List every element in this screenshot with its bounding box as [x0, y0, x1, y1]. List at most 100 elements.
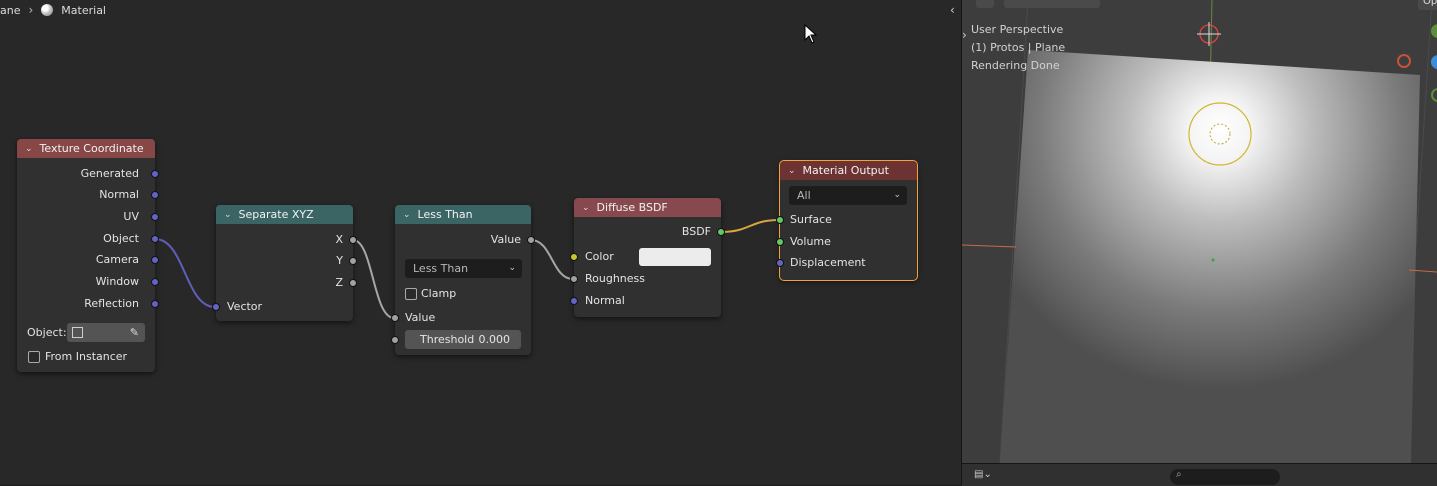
chevron-down-icon: ⌄ [508, 263, 516, 273]
link-value-roughness [530, 239, 574, 280]
chevron-down-icon[interactable]: ⌄ [403, 210, 411, 220]
chevron-down-icon[interactable]: ⌄ [224, 210, 232, 220]
node-title: Texture Coordinate [39, 142, 144, 155]
node-title: Material Output [802, 164, 889, 177]
search-icon: ⌕ [1176, 469, 1182, 480]
object-info: (1) Protos | Plane [971, 41, 1066, 54]
clamp-checkbox[interactable] [405, 288, 417, 300]
socket-value-out[interactable] [527, 236, 535, 244]
render-status: Rendering Done [971, 59, 1060, 72]
target-dropdown[interactable]: All ⌄ [789, 186, 907, 205]
view-name: User Perspective [971, 23, 1064, 36]
from-instancer-label: From Instancer [45, 350, 128, 363]
shader-editor[interactable]: ane › Material ⌄ Texture Coordinate Gene… [0, 0, 961, 485]
output-label: Reflection [84, 297, 139, 310]
threshold-label: Threshold [420, 333, 475, 346]
object-icon [72, 327, 83, 338]
search-input[interactable]: ⌕ [1170, 469, 1280, 485]
select-mode-buttons[interactable] [1004, 0, 1100, 8]
eyedropper-icon[interactable]: ✎ [130, 323, 139, 342]
output-label: Window [95, 275, 139, 288]
output-label: Camera [95, 253, 139, 266]
node-texture-coordinate[interactable]: ⌄ Texture Coordinate Generated Normal UV… [17, 139, 159, 372]
target-value: All [797, 189, 811, 202]
socket-surface-in[interactable] [776, 216, 784, 224]
node-header[interactable]: ⌄ Texture Coordinate [17, 139, 155, 158]
node-header[interactable]: ⌄ Less Than [395, 205, 531, 224]
operation-value: Less Than [413, 262, 469, 275]
socket-normal-in[interactable] [570, 297, 578, 305]
link-object-vector [154, 238, 216, 308]
object-label: Object: [27, 326, 67, 339]
output-label: X [335, 233, 343, 246]
node-header[interactable]: ⌄ Separate XYZ [216, 205, 353, 224]
editor-type-icon[interactable]: ▤⌄ [974, 469, 996, 483]
color-swatch[interactable] [639, 248, 711, 266]
output-label: Normal [99, 188, 139, 201]
socket-x[interactable] [349, 236, 357, 244]
chevron-down-icon[interactable]: ⌄ [582, 203, 590, 213]
chevron-down-icon: ⌄ [893, 190, 901, 200]
output-label: Object [103, 232, 139, 245]
node-diffuse-bsdf[interactable]: ⌄ Diffuse BSDF BSDF Color Roughness Norm… [570, 198, 725, 317]
socket-color-in[interactable] [570, 253, 578, 261]
clamp-label: Clamp [421, 287, 457, 300]
socket-value-in[interactable] [391, 314, 399, 322]
socket-y[interactable] [349, 257, 357, 265]
socket-bsdf-out[interactable] [717, 228, 725, 236]
threshold-value: 0.000 [478, 333, 511, 346]
output-label: Z [335, 276, 343, 289]
chevron-down-icon[interactable]: ⌄ [788, 166, 796, 176]
gizmo-x-axis[interactable] [1397, 54, 1411, 68]
link-x-value [352, 239, 395, 319]
input-label: Normal [585, 294, 625, 307]
input-label: Displacement [790, 256, 866, 269]
input-label: Color [585, 250, 614, 263]
node-material-output[interactable]: ⌄ Material Output All ⌄ Surface Volume D… [776, 160, 918, 281]
output-label: UV [123, 210, 139, 223]
output-label: Y [336, 254, 343, 267]
node-title: Separate XYZ [238, 208, 314, 221]
node-title: Less Than [417, 208, 473, 221]
socket-volume-in[interactable] [776, 238, 784, 246]
socket-window[interactable] [151, 278, 159, 286]
toolbar-toggle-icon[interactable]: › [962, 28, 967, 42]
chevron-down-icon[interactable]: ⌄ [25, 144, 33, 154]
socket-uv[interactable] [151, 213, 159, 221]
node-title: Diffuse BSDF [596, 201, 668, 214]
threshold-field[interactable]: Threshold 0.000 [405, 330, 521, 349]
input-label: Roughness [585, 272, 646, 285]
socket-normal[interactable] [151, 191, 159, 199]
socket-threshold-in[interactable] [391, 336, 399, 344]
node-header[interactable]: ⌄ Material Output [780, 161, 917, 180]
output-label: Value [490, 233, 521, 246]
input-label: Volume [790, 235, 831, 248]
node-header[interactable]: ⌄ Diffuse BSDF [574, 198, 721, 217]
from-instancer-checkbox[interactable] [28, 351, 40, 363]
socket-camera[interactable] [151, 256, 159, 264]
socket-object[interactable] [151, 235, 159, 243]
input-label: Value [405, 311, 436, 324]
node-separate-xyz[interactable]: ⌄ Separate XYZ X Y Z Vector [212, 205, 357, 321]
options-button[interactable]: Op [1418, 0, 1437, 10]
viewport-footer: ▤⌄ ⌕ [962, 463, 1437, 486]
socket-roughness-in[interactable] [570, 275, 578, 283]
input-label: Surface [790, 213, 832, 226]
select-tool-button[interactable] [976, 0, 994, 8]
socket-reflection[interactable] [151, 300, 159, 308]
output-label: BSDF [681, 225, 711, 238]
socket-displacement-in[interactable] [776, 259, 784, 267]
output-label: Generated [80, 167, 139, 180]
plane-mesh [1000, 50, 1420, 463]
node-less-than[interactable]: ⌄ Less Than Value Less Than ⌄ Clamp Valu… [391, 205, 535, 355]
sidebar-toggle-icon[interactable]: ‹ [950, 3, 955, 17]
mouse-cursor-icon [804, 24, 818, 44]
object-field[interactable]: ✎ [67, 323, 145, 342]
3d-viewport[interactable]: User Perspective (1) Protos | Plane Rend… [962, 0, 1437, 463]
input-label: Vector [227, 300, 263, 313]
operation-dropdown[interactable]: Less Than ⌄ [405, 259, 522, 278]
link-bsdf-surface [720, 219, 780, 233]
socket-z[interactable] [349, 279, 357, 287]
socket-vector-in[interactable] [212, 303, 220, 311]
socket-generated[interactable] [151, 170, 159, 178]
